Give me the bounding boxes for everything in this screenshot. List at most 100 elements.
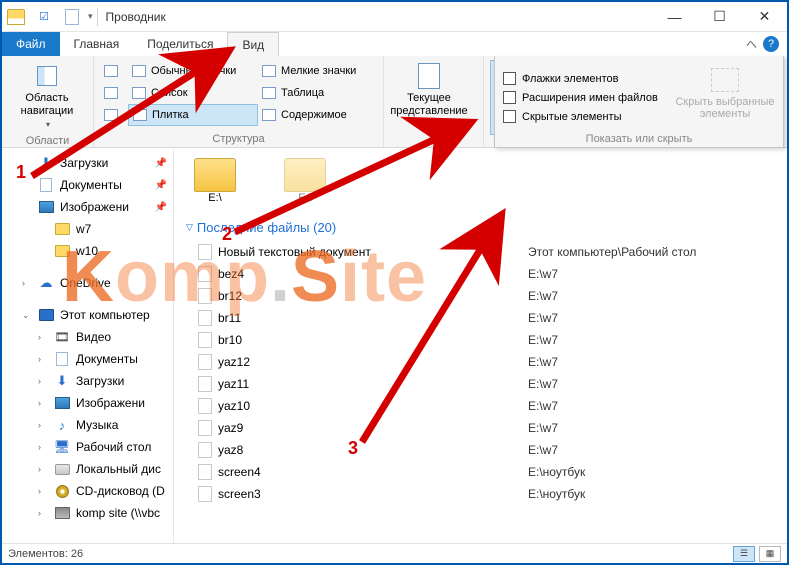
qa-check-icon[interactable]: ☑ xyxy=(30,3,58,31)
annotation-3: 3 xyxy=(348,438,358,459)
sidebar-item[interactable]: ›🎞Видео xyxy=(2,326,173,348)
tree-arrow-icon[interactable]: ⌄ xyxy=(22,310,32,321)
tab-home[interactable]: Главная xyxy=(60,32,134,56)
sidebar-item[interactable]: ›☁OneDrive xyxy=(2,272,173,294)
list-item[interactable]: screen4E:\ноутбук xyxy=(198,461,787,483)
list-item[interactable]: br10E:\w7 xyxy=(198,329,787,351)
tree-arrow-icon[interactable]: › xyxy=(38,442,48,452)
sidebar-item[interactable]: ›🖥Рабочий стол xyxy=(2,436,173,458)
layout-option[interactable]: Таблица xyxy=(258,82,376,104)
list-item[interactable]: yaz11E:\w7 xyxy=(198,373,787,395)
layout-option[interactable]: Обычные значки xyxy=(128,60,258,82)
sidebar-item[interactable]: ›CD-дисковод (D xyxy=(2,480,173,502)
sidebar[interactable]: ⬇Загрузки📌Документы📌Изображени📌w7w10›☁On… xyxy=(2,150,174,543)
file-icon xyxy=(198,266,212,282)
layout-option[interactable] xyxy=(100,60,128,82)
list-item[interactable]: yaz8E:\w7 xyxy=(198,439,787,461)
qa-newdoc-icon[interactable] xyxy=(58,3,86,31)
sidebar-item[interactable]: ›Локальный дис xyxy=(2,458,173,480)
tree-arrow-icon[interactable]: › xyxy=(38,464,48,474)
list-item[interactable]: screen3E:\ноутбук xyxy=(198,483,787,505)
folder-icon xyxy=(54,222,70,236)
list-item[interactable]: yaz9E:\w7 xyxy=(198,417,787,439)
close-button[interactable]: ✕ xyxy=(742,3,787,31)
status-text: Элементов: 26 xyxy=(8,548,83,560)
layout-option[interactable] xyxy=(100,82,128,104)
sidebar-item[interactable]: ›⬇Загрузки xyxy=(2,370,173,392)
sidebar-item[interactable]: ›♪Музыка xyxy=(2,414,173,436)
minimize-button[interactable]: ― xyxy=(652,3,697,31)
drive-icon xyxy=(54,462,70,476)
pic-icon xyxy=(38,200,54,214)
chevron-down-icon: ▾ xyxy=(428,118,432,131)
tree-arrow-icon[interactable]: › xyxy=(22,278,32,288)
maximize-button[interactable]: ☐ xyxy=(697,3,742,31)
dl-icon: ⬇ xyxy=(38,156,54,170)
sidebar-item[interactable]: w10 xyxy=(2,240,173,262)
view-details-button[interactable]: ☰ xyxy=(733,546,755,562)
layout-option[interactable]: Плитка xyxy=(128,104,258,126)
folder-item[interactable]: E:\ xyxy=(190,158,240,204)
layout-option[interactable]: Список xyxy=(128,82,258,104)
recent-files-heading[interactable]: ▽ Последние файлы (20) xyxy=(180,214,787,241)
layout-option[interactable] xyxy=(100,104,128,126)
view-large-button[interactable]: ▦ xyxy=(759,546,781,562)
sidebar-item[interactable]: Документы📌 xyxy=(2,174,173,196)
nav-pane-button[interactable]: Область навигации ▾ xyxy=(8,60,86,133)
sidebar-item[interactable]: w7 xyxy=(2,218,173,240)
sidebar-item[interactable]: ›komp site (\\vbс xyxy=(2,502,173,524)
layout-icon xyxy=(103,107,119,123)
tree-arrow-icon[interactable]: › xyxy=(38,398,48,408)
pc-icon xyxy=(38,308,54,322)
ribbon: Область навигации ▾ Области Обычные знач… xyxy=(2,56,787,148)
doc-icon xyxy=(38,178,54,192)
layout-option[interactable]: Мелкие значки xyxy=(258,60,376,82)
minimize-ribbon-icon[interactable]: へ xyxy=(746,36,757,52)
sidebar-item[interactable]: ›Изображени xyxy=(2,392,173,414)
list-item[interactable]: bez4E:\w7 xyxy=(198,263,787,285)
sidebar-item[interactable]: ⬇Загрузки📌 xyxy=(2,152,173,174)
list-item[interactable]: yaz12E:\w7 xyxy=(198,351,787,373)
current-view-button[interactable]: Текущее представление ▾ xyxy=(390,60,468,133)
main-pane[interactable]: E:\E:\ ▽ Последние файлы (20) Новый текс… xyxy=(174,150,787,543)
list-item[interactable]: br11E:\w7 xyxy=(198,307,787,329)
sidebar-item[interactable]: Изображени📌 xyxy=(2,196,173,218)
cloud-icon: ☁ xyxy=(38,276,54,290)
checkbox[interactable] xyxy=(503,72,516,85)
sidebar-item[interactable]: ›Документы xyxy=(2,348,173,370)
tree-arrow-icon[interactable]: › xyxy=(38,376,48,386)
doc-icon xyxy=(54,352,70,366)
sidebar-item[interactable]: ⌄Этот компьютер xyxy=(2,304,173,326)
statusbar: Элементов: 26 ☰ ▦ xyxy=(2,543,787,563)
checkbox-row[interactable]: Расширения имен файлов xyxy=(503,91,658,104)
annotation-2: 2 xyxy=(222,224,232,245)
tab-share[interactable]: Поделиться xyxy=(133,32,227,56)
folder-icon xyxy=(284,158,326,192)
tree-arrow-icon[interactable]: › xyxy=(38,354,48,364)
tree-arrow-icon[interactable]: › xyxy=(38,332,48,342)
help-icon[interactable]: ? xyxy=(763,36,779,52)
layout-icon xyxy=(132,107,148,123)
chevron-down-icon: ▽ xyxy=(186,222,193,233)
checkbox-row[interactable]: Скрытые элементы xyxy=(503,110,658,123)
qa-dropdown-icon[interactable]: ▾ xyxy=(88,11,93,22)
tree-arrow-icon[interactable]: › xyxy=(38,486,48,496)
layout-icon xyxy=(131,85,147,101)
layout-option[interactable]: Содержимое xyxy=(258,104,376,126)
tree-arrow-icon[interactable]: › xyxy=(38,420,48,430)
list-item[interactable]: yaz10E:\w7 xyxy=(198,395,787,417)
list-item[interactable]: br12E:\w7 xyxy=(198,285,787,307)
checkbox-row[interactable]: Флажки элементов xyxy=(503,72,658,85)
checkbox[interactable] xyxy=(503,110,516,123)
group-label-struct: Структура xyxy=(100,131,377,145)
divider xyxy=(97,8,98,26)
layout-icon xyxy=(131,63,147,79)
tree-arrow-icon[interactable]: › xyxy=(38,508,48,518)
tab-view[interactable]: Вид xyxy=(227,32,279,56)
mus-icon: ♪ xyxy=(54,418,70,432)
tab-file[interactable]: Файл xyxy=(2,32,60,56)
pic-icon xyxy=(54,396,70,410)
current-view-label: Текущее представление xyxy=(390,92,467,118)
desk-icon: 🖥 xyxy=(54,440,70,454)
checkbox[interactable] xyxy=(503,91,516,104)
